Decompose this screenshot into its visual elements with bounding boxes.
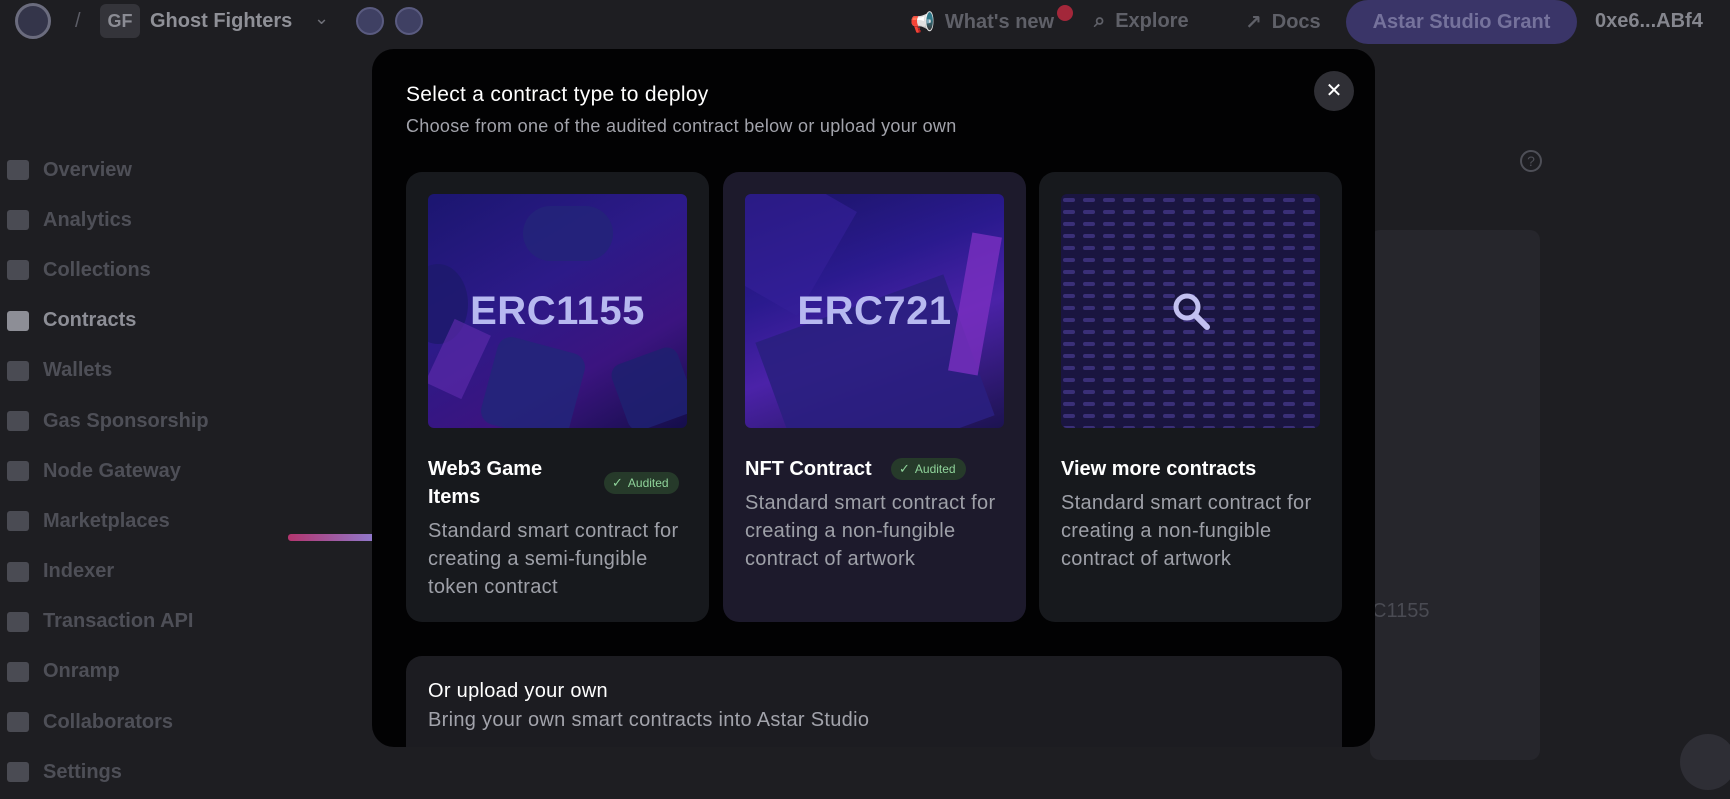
card-description: Standard smart contract for creating a s… <box>428 520 679 598</box>
project-name[interactable]: Ghost Fighters <box>150 10 292 33</box>
collections-icon <box>7 260 29 281</box>
app-logo[interactable] <box>15 3 51 39</box>
sidebar-item-gas-sponsorship[interactable]: Gas Sponsorship <box>0 396 300 446</box>
chat-bubble-icon[interactable] <box>1680 734 1730 790</box>
chart-icon <box>7 210 29 231</box>
background-card <box>1370 230 1540 760</box>
docs-label: Docs <box>1271 11 1321 33</box>
sidebar-item-indexer[interactable]: Indexer <box>0 547 300 597</box>
team-icon <box>7 712 29 733</box>
help-icon[interactable]: ? <box>1520 150 1542 172</box>
sidebar-item-transaction-api[interactable]: Transaction API <box>0 597 300 647</box>
card-description: Standard smart contract for creating a n… <box>1061 492 1312 570</box>
check-icon: ✓ <box>899 461 910 476</box>
modal-subtitle: Choose from one of the audited contract … <box>406 116 957 136</box>
badge-label: Audited <box>914 462 956 476</box>
network-avatar[interactable] <box>356 7 384 35</box>
gas-icon <box>7 411 29 432</box>
erc1155-image: ERC1155 <box>428 194 687 428</box>
sidebar-item-label: Analytics <box>43 208 132 231</box>
search-icon <box>1061 194 1320 428</box>
grant-button[interactable]: Astar Studio Grant <box>1346 0 1577 44</box>
sidebar-item-analytics[interactable]: Analytics <box>0 195 300 245</box>
erc721-label: ERC721 <box>797 288 952 333</box>
breadcrumb-separator: / <box>75 10 81 32</box>
api-icon <box>7 611 29 632</box>
card-description: Standard smart contract for creating a n… <box>745 492 996 570</box>
gear-icon <box>7 762 29 783</box>
sidebar-item-label: Node Gateway <box>43 459 181 482</box>
pointer-arrow-shaft <box>288 534 383 541</box>
audited-badge: ✓ Audited <box>891 458 966 480</box>
card-title: NFT Contract <box>745 458 872 480</box>
badge-label: Audited <box>627 476 669 490</box>
sidebar-item-label: Gas Sponsorship <box>43 409 209 432</box>
card-title: View more contracts <box>1061 458 1257 480</box>
background-card-text: C1155 <box>1372 600 1430 622</box>
explore-label: Explore <box>1115 10 1189 32</box>
external-link-icon: ↗ <box>1245 12 1262 34</box>
close-icon[interactable]: ✕ <box>1314 71 1354 111</box>
deploy-contract-modal: Select a contract type to deploy Choose … <box>372 49 1375 747</box>
project-initials-badge: GF <box>100 4 140 38</box>
view-more-image <box>1061 194 1320 428</box>
notification-dot <box>1057 5 1073 21</box>
home-icon <box>7 160 29 181</box>
whats-new-label: What's new <box>944 11 1055 33</box>
store-icon <box>7 511 29 532</box>
sidebar-item-marketplaces[interactable]: Marketplaces <box>0 496 300 546</box>
check-icon: ✓ <box>612 475 623 490</box>
explore-link[interactable]: ⌕ Explore <box>1094 10 1189 33</box>
sidebar-item-label: Marketplaces <box>43 509 170 532</box>
sidebar-item-label: Onramp <box>43 660 120 683</box>
sidebar-item-label: Wallets <box>43 359 113 382</box>
sidebar-item-label: Indexer <box>43 560 115 583</box>
top-bar: / GF Ghost Fighters ⌄ 📢 What's new ⌕ Exp… <box>0 0 1730 44</box>
megaphone-icon: 📢 <box>910 12 935 34</box>
wallet-address[interactable]: 0xe6...ABf4 <box>1595 10 1703 33</box>
sidebar-item-onramp[interactable]: Onramp <box>0 647 300 697</box>
node-icon <box>7 461 29 482</box>
contract-card-nft-contract[interactable]: ERC721 NFT Contract ✓ Audited Standard s… <box>723 172 1026 622</box>
sidebar: Overview Analytics Collections Contracts… <box>0 145 300 797</box>
erc721-image: ERC721 <box>745 194 1004 428</box>
sidebar-item-collections[interactable]: Collections <box>0 245 300 295</box>
audited-badge: ✓ Audited <box>604 472 679 494</box>
sidebar-item-wallets[interactable]: Wallets <box>0 346 300 396</box>
sidebar-item-node-gateway[interactable]: Node Gateway <box>0 446 300 496</box>
search-icon: ⌕ <box>1094 10 1106 32</box>
grid-icon <box>7 561 29 582</box>
sidebar-item-label: Collaborators <box>43 710 174 733</box>
onramp-icon <box>7 661 29 682</box>
sidebar-item-label: Settings <box>43 760 122 783</box>
docs-link[interactable]: ↗ Docs <box>1245 10 1321 35</box>
sidebar-item-label: Overview <box>43 158 132 181</box>
network-avatar-2[interactable] <box>395 7 423 35</box>
chevron-down-icon[interactable]: ⌄ <box>314 8 329 29</box>
upload-title: Or upload your own <box>428 680 608 702</box>
card-title: Web3 Game Items <box>428 458 543 508</box>
wallet-icon <box>7 360 29 381</box>
upload-own-contract[interactable]: Or upload your own Bring your own smart … <box>406 656 1342 747</box>
contract-icon <box>7 310 29 331</box>
erc1155-label: ERC1155 <box>470 288 645 333</box>
upload-subtitle: Bring your own smart contracts into Asta… <box>428 709 870 731</box>
whats-new-link[interactable]: 📢 What's new <box>910 10 1054 35</box>
sidebar-item-collaborators[interactable]: Collaborators <box>0 697 300 747</box>
sidebar-item-label: Contracts <box>43 309 137 332</box>
contract-card-view-more[interactable]: View more contracts Standard smart contr… <box>1039 172 1342 622</box>
sidebar-item-label: Collections <box>43 258 151 281</box>
sidebar-item-overview[interactable]: Overview <box>0 145 300 195</box>
sidebar-item-label: Transaction API <box>43 610 194 633</box>
sidebar-item-contracts[interactable]: Contracts <box>0 296 300 346</box>
sidebar-item-settings[interactable]: Settings <box>0 747 300 797</box>
contract-card-web3-game-items[interactable]: ERC1155 Web3 Game Items ✓ Audited Standa… <box>406 172 709 622</box>
modal-title: Select a contract type to deploy <box>406 83 709 106</box>
